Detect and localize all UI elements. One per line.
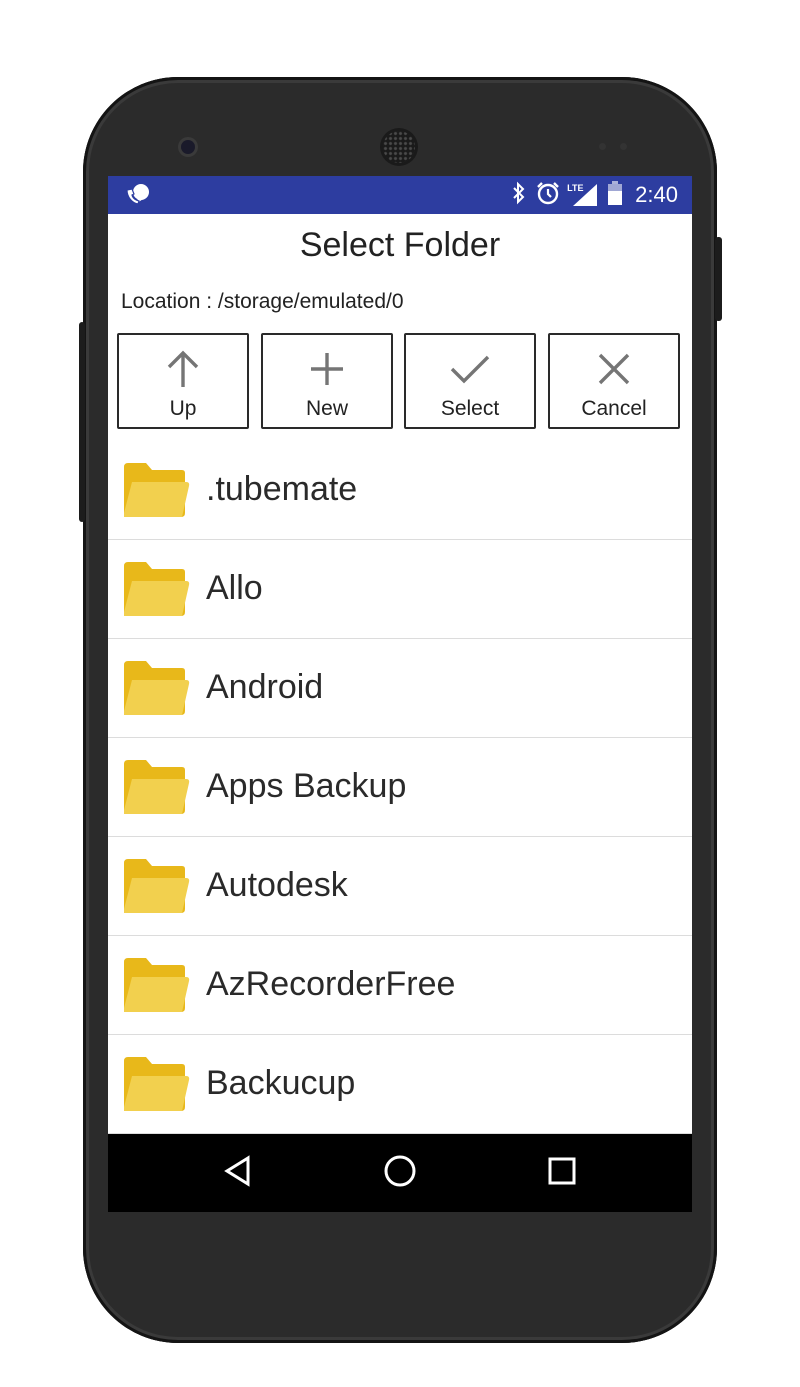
select-button[interactable]: Select (404, 333, 536, 429)
folder-icon (124, 463, 190, 522)
folder-icon (124, 859, 190, 918)
folder-row[interactable]: Autodesk (108, 837, 692, 936)
new-button-label: New (305, 397, 348, 420)
folder-name: Android (206, 668, 324, 706)
signal-icon: LTE (567, 182, 599, 208)
back-icon (223, 1154, 253, 1192)
recents-button[interactable] (522, 1134, 602, 1212)
folder-name: Backucup (206, 1064, 356, 1102)
folder-list: .tubemate Allo Android Apps Backup Autod… (108, 441, 692, 1134)
plus-icon (307, 347, 347, 391)
back-button[interactable] (198, 1134, 278, 1212)
status-icons: LTE 2:40 (511, 176, 678, 214)
earpiece-speaker (383, 131, 415, 163)
action-toolbar: Up New Select Cancel (117, 333, 683, 431)
battery-icon (607, 180, 623, 211)
folder-icon (124, 760, 190, 819)
status-bar: LTE 2:40 (108, 176, 692, 214)
folder-row[interactable]: Android (108, 639, 692, 738)
clock: 2:40 (635, 182, 678, 207)
up-button-label: Up (169, 397, 197, 420)
folder-row[interactable]: Backucup (108, 1035, 692, 1134)
folder-row[interactable]: AzRecorderFree (108, 936, 692, 1035)
bluetooth-icon (511, 181, 527, 210)
recents-icon (547, 1156, 577, 1191)
cancel-button[interactable]: Cancel (548, 333, 680, 429)
folder-icon (124, 661, 190, 720)
folder-name: AzRecorderFree (206, 965, 456, 1003)
dialog-title: Select Folder (299, 226, 501, 264)
power-button (715, 237, 722, 321)
close-icon (594, 347, 634, 391)
home-button[interactable] (360, 1134, 440, 1212)
folder-name: Allo (206, 569, 263, 607)
home-icon (383, 1154, 417, 1193)
cancel-button-label: Cancel (581, 397, 647, 420)
arrow-up-icon (163, 347, 203, 391)
folder-name: Autodesk (206, 866, 348, 904)
navigation-bar (108, 1134, 692, 1212)
folder-row[interactable]: .tubemate (108, 441, 692, 540)
new-folder-button[interactable]: New (261, 333, 393, 429)
front-camera (181, 140, 195, 154)
folder-row[interactable]: Apps Backup (108, 738, 692, 837)
volume-button (79, 322, 85, 522)
alarm-icon (535, 180, 561, 211)
folder-name: Apps Backup (206, 767, 407, 805)
up-button[interactable]: Up (117, 333, 249, 429)
light-sensor (620, 143, 627, 150)
location-path: Location : /storage/emulated/0 (121, 290, 404, 313)
folder-icon (124, 1057, 190, 1116)
folder-icon (124, 958, 190, 1017)
checkmark-icon (448, 347, 492, 391)
notification-chat-icon (124, 183, 152, 212)
network-type-label: LTE (567, 183, 584, 193)
folder-name: .tubemate (206, 470, 358, 508)
select-button-label: Select (440, 397, 500, 420)
folder-row[interactable]: Allo (108, 540, 692, 639)
proximity-sensor (599, 143, 606, 150)
screen: LTE 2:40 Select Folder Location : /stora… (108, 176, 692, 1212)
folder-icon (124, 562, 190, 621)
